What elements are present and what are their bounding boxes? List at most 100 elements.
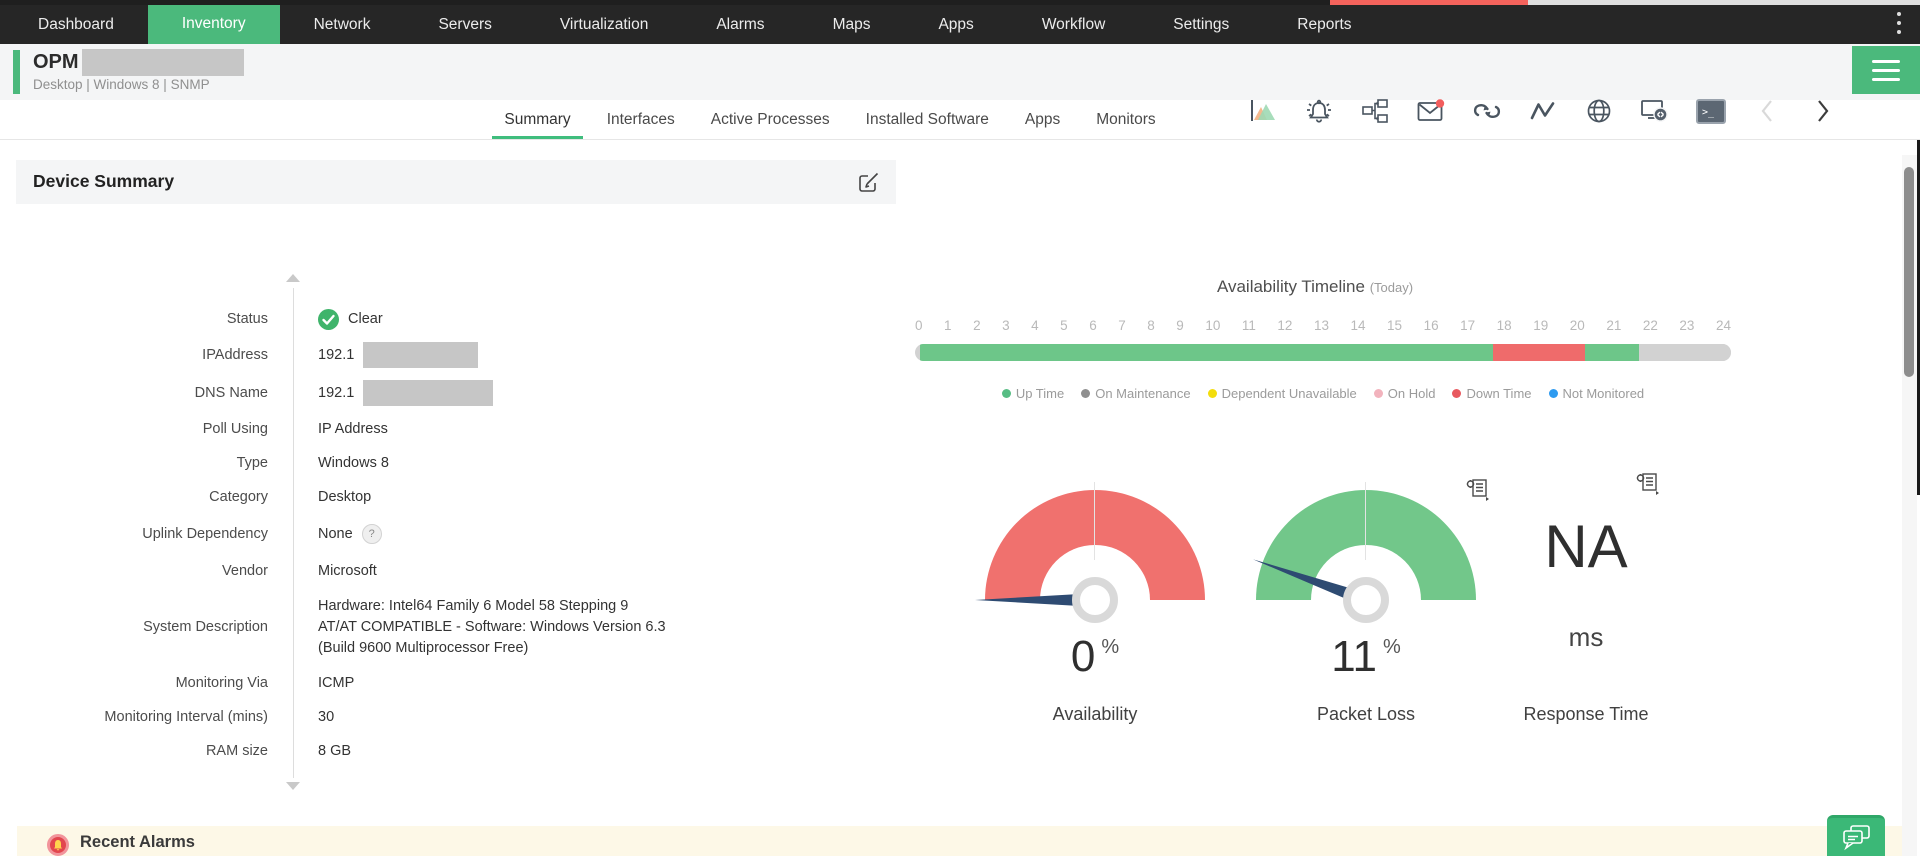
remote-desktop-icon[interactable] [1640, 96, 1670, 126]
field-value: 192.1 [294, 380, 494, 406]
nav-item-maps[interactable]: Maps [799, 5, 905, 44]
workflow-icon[interactable] [1360, 96, 1390, 126]
hour-tick: 12 [1277, 318, 1293, 333]
field-value: Desktop [318, 489, 372, 505]
hour-tick: 13 [1313, 318, 1329, 333]
hour-tick: 6 [1089, 318, 1097, 333]
hour-tick: 3 [1002, 318, 1010, 333]
nav-item-servers[interactable]: Servers [404, 5, 525, 44]
summary-scroll-up-icon[interactable] [286, 274, 300, 282]
report-settings-icon[interactable] [1466, 478, 1490, 502]
alarm-bell-icon[interactable] [1304, 96, 1334, 126]
legend-dot [1001, 389, 1011, 398]
device-status-accent-bar [13, 50, 20, 94]
availability-label: Availability [1052, 704, 1138, 724]
svg-text:>_: >_ [1702, 107, 1715, 118]
timeline-hour-ticks: 0 1 2 3 4 5 6 7 8 9 10 11 12 13 14 15 16 17 18 19 20 21 22 23 24 [915, 318, 1731, 333]
report-settings-icon[interactable] [1636, 472, 1660, 496]
legend-dot [1373, 389, 1383, 398]
hour-tick: 9 [1176, 318, 1184, 333]
field-value: None? [294, 524, 382, 544]
field-value: Hardware: Intel64 Family 6 Model 58 Step… [318, 597, 666, 656]
nav-item-alarms[interactable]: Alarms [682, 5, 798, 44]
nav-item-settings[interactable]: Settings [1139, 5, 1263, 44]
menu-hamburger-icon[interactable] [1852, 46, 1920, 94]
field-label: Poll Using [202, 421, 268, 437]
field-value: 30 [318, 709, 335, 725]
field-label: Type [236, 455, 268, 471]
legend-item: On Hold [1373, 386, 1435, 401]
response-time-kpi: NA ms Response Time [1476, 482, 1696, 742]
timeline-segment[interactable] [1493, 344, 1585, 361]
device-meta: Desktop | Windows 8 | SNMP [33, 77, 210, 92]
hour-tick: 7 [1118, 318, 1126, 333]
tab-monitors[interactable]: Monitors [1084, 100, 1167, 139]
chevron-right-icon[interactable] [1808, 96, 1838, 126]
tab-active-processes[interactable]: Active Processes [699, 100, 842, 139]
tab-summary[interactable]: Summary [492, 100, 584, 139]
summary-field-row: Poll Using IP Address [16, 412, 896, 446]
terminal-icon[interactable]: >_ [1696, 96, 1726, 126]
mail-icon[interactable] [1416, 96, 1446, 126]
field-label: IPAddress [202, 347, 268, 363]
recent-alarms-panel: Recent Alarms [17, 826, 1903, 856]
hour-tick: 19 [1533, 318, 1549, 333]
legend-item: On Maintenance [1081, 386, 1191, 401]
availability-value: 0% [1070, 632, 1120, 681]
check-circle-icon [318, 308, 339, 330]
hour-tick: 0 [915, 318, 923, 333]
hour-tick: 10 [1205, 318, 1221, 333]
legend-item: Dependent Unavailable [1207, 386, 1357, 401]
hour-tick: 11 [1241, 318, 1256, 333]
nav-item-reports[interactable]: Reports [1263, 5, 1385, 44]
nav-item-dashboard[interactable]: Dashboard [4, 5, 148, 44]
device-name-redaction [81, 49, 244, 76]
tab-apps[interactable]: Apps [1013, 100, 1072, 139]
hour-tick: 15 [1387, 318, 1403, 333]
response-time-unit: ms [1568, 622, 1604, 652]
question-badge-icon[interactable]: ? [361, 524, 382, 544]
nav-item-network[interactable]: Network [280, 5, 405, 44]
field-label: Uplink Dependency [142, 526, 268, 542]
nav-item-apps[interactable]: Apps [904, 5, 1007, 44]
field-label: Category [209, 489, 268, 505]
timeline-segment[interactable] [1639, 344, 1731, 361]
summary-field-row: RAM size 8 GB [16, 734, 896, 768]
field-label: RAM size [205, 743, 268, 759]
performance-chart-icon[interactable] [1248, 96, 1278, 126]
nav-item-virtualization[interactable]: Virtualization [526, 5, 682, 44]
timeline-subtitle: (Today) [1369, 280, 1414, 295]
timeline-segment[interactable] [1584, 344, 1640, 361]
vertical-scrollbar-thumb[interactable] [1904, 167, 1914, 377]
summary-field-row: Vendor Microsoft [16, 554, 896, 588]
chat-bubbles-icon[interactable] [1827, 815, 1885, 856]
summary-scroll-down-icon[interactable] [286, 782, 300, 790]
edit-pencil-icon[interactable] [858, 171, 880, 193]
field-label: DNS Name [194, 385, 268, 401]
device-header: OPM Desktop | Windows 8 | SNMP >_ [0, 44, 1920, 124]
device-summary-title: Device Summary [33, 171, 175, 191]
sync-icon[interactable] [1472, 96, 1502, 126]
legend-item: Not Monitored [1548, 386, 1644, 401]
nav-overflow-menu[interactable] [1890, 12, 1908, 34]
page-progress-dark [0, 0, 1330, 5]
nav-item-workflow[interactable]: Workflow [1008, 5, 1139, 44]
legend-dot [1452, 389, 1462, 398]
timeline-title-text: Availability Timeline [1216, 277, 1365, 296]
timeline-segment[interactable] [920, 344, 1493, 361]
hour-tick: 16 [1423, 318, 1439, 333]
timeline-bar[interactable] [915, 344, 1731, 361]
tab-installed-software[interactable]: Installed Software [854, 100, 1001, 139]
hour-tick: 24 [1715, 318, 1731, 333]
traffic-pulse-icon[interactable] [1528, 96, 1558, 126]
packet-loss-value: 11% [1331, 632, 1401, 681]
chevron-left-icon[interactable] [1752, 96, 1782, 126]
gauge-top-tick [1094, 482, 1095, 560]
field-value: Microsoft [318, 563, 377, 579]
tab-interfaces[interactable]: Interfaces [595, 100, 687, 139]
nav-item-inventory[interactable]: Inventory [147, 0, 280, 44]
globe-icon[interactable] [1584, 96, 1614, 126]
availability-timeline-title: Availability Timeline (Today) [965, 277, 1665, 297]
legend-dot [1548, 389, 1558, 398]
field-label: Monitoring Interval (mins) [104, 709, 268, 725]
